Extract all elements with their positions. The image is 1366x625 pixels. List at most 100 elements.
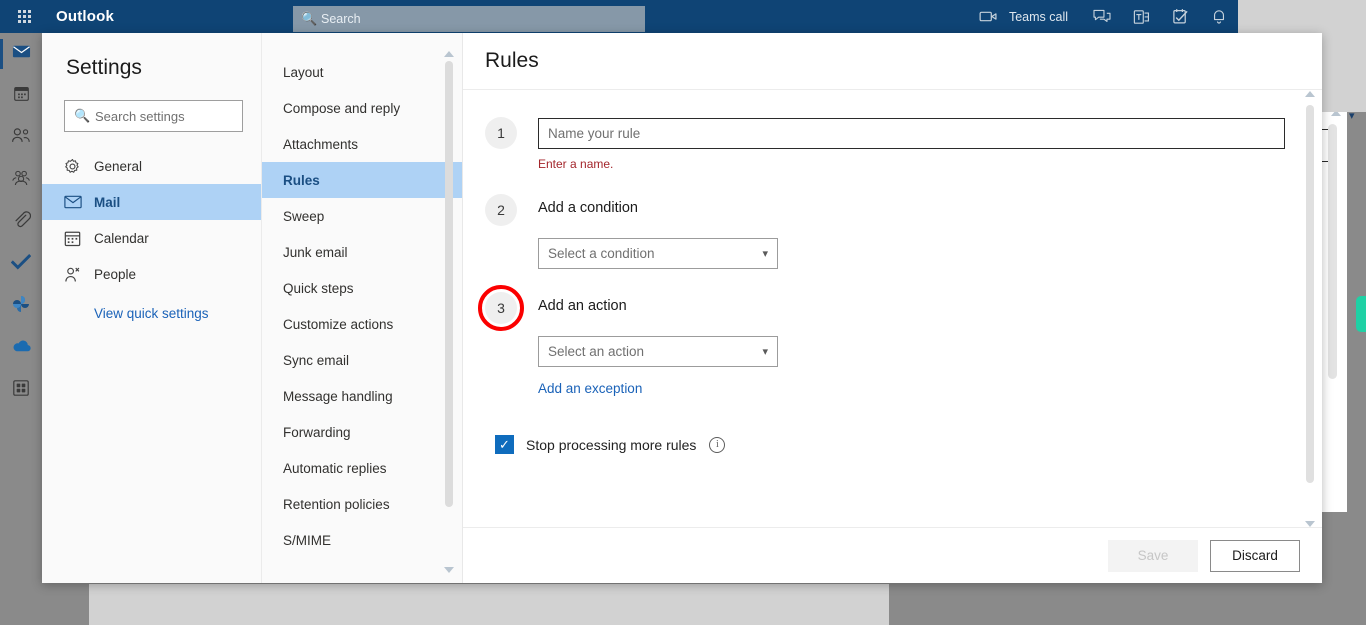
scroll-up-arrow-icon[interactable] [444, 49, 454, 57]
category-sweep[interactable]: Sweep [262, 198, 462, 234]
rail-item-onedrive[interactable] [0, 327, 42, 369]
category-label: Retention policies [283, 496, 390, 512]
settings-search-input[interactable]: 🔍 Search settings [64, 100, 243, 132]
chevron-down-icon: ▾ [762, 248, 768, 260]
rail-item-mail[interactable] [0, 33, 42, 75]
settings-nav-list: General Mail Calendar People [42, 148, 261, 292]
header-actions: Teams call [968, 0, 1366, 33]
add-exception-link[interactable]: Add an exception [538, 381, 642, 396]
notifications-bell-icon [1211, 8, 1227, 25]
category-junk-email[interactable]: Junk email [262, 234, 462, 270]
action-dropdown-value: Select an action [548, 344, 645, 359]
rail-item-all-apps[interactable] [0, 369, 42, 411]
teams-icon [1133, 9, 1150, 25]
onedrive-cloud-icon [11, 339, 32, 358]
scrollbar-thumb[interactable] [445, 61, 453, 507]
category-label: Customize actions [283, 316, 394, 332]
feedback-tab[interactable] [1356, 296, 1366, 332]
rail-item-todo[interactable] [0, 243, 42, 285]
app-launcher-button[interactable] [0, 0, 48, 33]
app-header: Outlook 🔍 Search Teams call [0, 0, 1366, 33]
sidebar-item-mail[interactable]: Mail [42, 184, 261, 220]
category-label: Junk email [283, 244, 348, 260]
background-right-scrollbar[interactable] [1328, 124, 1337, 379]
sidebar-item-general[interactable]: General [42, 148, 261, 184]
rail-item-files[interactable] [0, 201, 42, 243]
category-customize-actions[interactable]: Customize actions [262, 306, 462, 342]
tasks-button[interactable] [1161, 0, 1200, 33]
category-message-handling[interactable]: Message handling [262, 378, 462, 414]
rule-step-1: 1 Name your rule [463, 117, 1322, 149]
category-label: Layout [283, 64, 324, 80]
search-icon: 🔍 [301, 11, 318, 26]
category-sync-email[interactable]: Sync email [262, 342, 462, 378]
calendar-icon [64, 230, 94, 247]
category-label: Sweep [283, 208, 325, 224]
rail-item-office[interactable] [0, 285, 42, 327]
settings-category-column: Layout Compose and reply Attachments Rul… [262, 33, 463, 583]
category-quick-steps[interactable]: Quick steps [262, 270, 462, 306]
category-rules[interactable]: Rules [262, 162, 462, 198]
category-forwarding[interactable]: Forwarding [262, 414, 462, 450]
scroll-up-arrow-icon[interactable] [1305, 91, 1315, 97]
person-icon [64, 266, 94, 283]
info-icon[interactable]: i [709, 436, 726, 453]
to-do-check-icon [10, 253, 32, 276]
sidebar-item-label: People [94, 266, 137, 282]
category-label: Automatic replies [283, 460, 387, 476]
action-dropdown[interactable]: Select an action ▾ [538, 336, 778, 367]
category-label: Rules [283, 172, 320, 188]
rules-scrollbar[interactable] [1302, 91, 1318, 527]
teams-app-button[interactable] [1122, 0, 1161, 33]
rules-pane: Rules 1 Name your rule Enter a name. 2 A… [463, 33, 1322, 583]
discard-button[interactable]: Discard [1210, 539, 1300, 572]
category-automatic-replies[interactable]: Automatic replies [262, 450, 462, 486]
category-label: Attachments [283, 136, 359, 152]
screen: ▾ Outlook 🔍 Search Teams call Settings 🔍… [0, 0, 1366, 625]
category-label: S/MIME [283, 532, 332, 548]
settings-search-placeholder: Search settings [95, 108, 185, 124]
brand-title: Outlook [56, 8, 115, 25]
stop-processing-checkbox[interactable]: ✓ [495, 435, 514, 454]
rail-item-calendar[interactable] [0, 75, 42, 117]
condition-dropdown[interactable]: Select a condition ▾ [538, 238, 778, 269]
category-retention-policies[interactable]: Retention policies [262, 486, 462, 522]
search-input[interactable]: 🔍 Search [293, 6, 645, 32]
chat-button[interactable] [1082, 0, 1122, 33]
dialog-footer: Save Discard [463, 527, 1322, 583]
category-layout[interactable]: Layout [262, 54, 462, 90]
waffle-icon [17, 10, 31, 23]
add-action-label: Add an action [538, 298, 627, 314]
tasks-icon [1172, 8, 1189, 25]
view-quick-settings-link[interactable]: View quick settings [42, 306, 261, 321]
category-compose-and-reply[interactable]: Compose and reply [262, 90, 462, 126]
teams-call-label[interactable]: Teams call [1009, 0, 1082, 33]
category-label: Message handling [283, 388, 393, 404]
header-right-blank [1238, 0, 1366, 33]
background-panel-bottom [89, 584, 889, 625]
rule-name-placeholder: Name your rule [548, 126, 641, 141]
checkmark-icon: ✓ [499, 436, 510, 452]
gear-icon [64, 158, 94, 175]
envelope-icon [64, 195, 94, 209]
settings-title: Settings [66, 56, 142, 79]
category-label: Compose and reply [283, 100, 401, 116]
category-attachments[interactable]: Attachments [262, 126, 462, 162]
save-button[interactable]: Save [1108, 539, 1198, 572]
category-smime[interactable]: S/MIME [262, 522, 462, 558]
chevron-down-icon: ▾ [762, 346, 768, 358]
teams-call-button[interactable] [968, 0, 1009, 33]
rail-item-people[interactable] [0, 117, 42, 159]
notifications-button[interactable] [1200, 0, 1238, 33]
files-attachment-icon [12, 210, 31, 234]
sidebar-item-label: General [94, 158, 143, 174]
category-scrollbar[interactable] [442, 49, 456, 575]
scroll-down-arrow-icon[interactable] [444, 567, 454, 575]
sidebar-item-people[interactable]: People [42, 256, 261, 292]
sidebar-item-calendar[interactable]: Calendar [42, 220, 261, 256]
rule-name-input[interactable]: Name your rule [538, 118, 1285, 149]
page-title: Rules [485, 49, 539, 72]
stop-processing-label: Stop processing more rules [526, 436, 697, 453]
scrollbar-thumb[interactable] [1306, 105, 1314, 483]
rail-item-groups[interactable] [0, 159, 42, 201]
